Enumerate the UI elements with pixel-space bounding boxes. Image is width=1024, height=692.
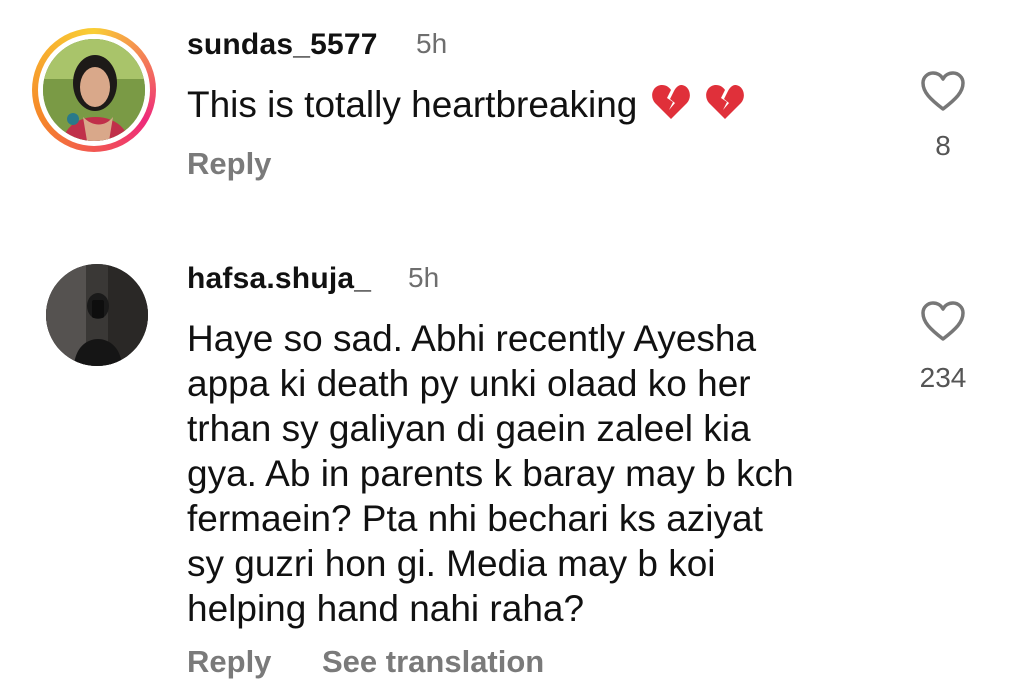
avatar[interactable] xyxy=(46,264,148,366)
comment-text: Haye so sad. Abhi recently Ayesha appa k… xyxy=(187,318,794,629)
like-button[interactable] xyxy=(920,300,966,342)
comment-item: hafsa.shuja_ 5h Haye so sad. Abhi recent… xyxy=(0,0,1024,692)
reply-button[interactable]: Reply xyxy=(187,644,271,680)
avatar-photo xyxy=(46,264,148,366)
see-translation-button[interactable]: See translation xyxy=(322,644,544,680)
comment-timestamp: 5h xyxy=(408,262,440,293)
comment-username[interactable]: hafsa.shuja_ xyxy=(187,262,371,296)
comments-list: sundas_5577 5h This is totally heartbrea… xyxy=(0,0,1024,692)
like-count: 234 xyxy=(919,362,967,393)
heart-icon xyxy=(921,301,965,341)
